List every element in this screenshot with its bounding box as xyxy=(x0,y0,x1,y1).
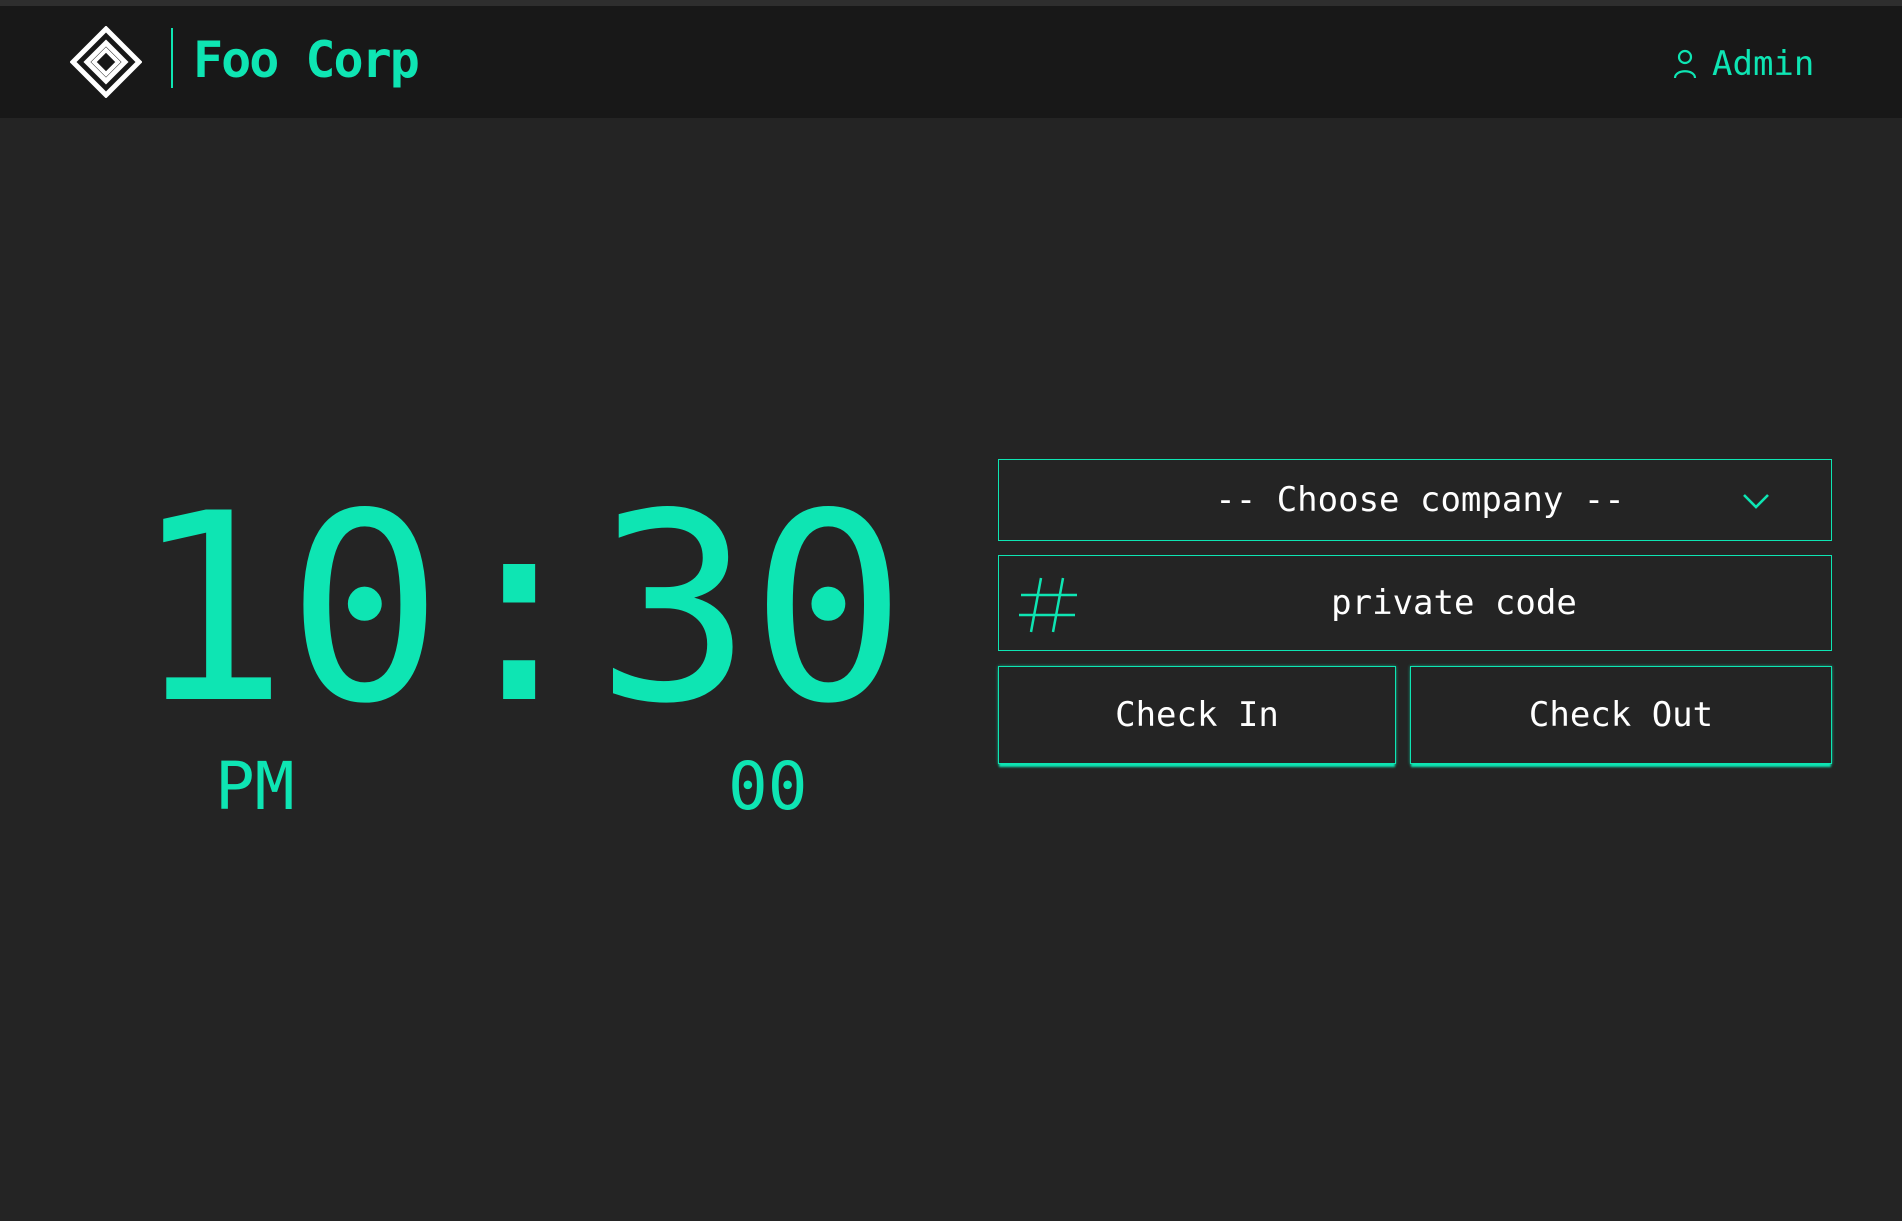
chevron-down-icon xyxy=(1741,490,1771,512)
clock: 10:30 xyxy=(132,480,932,740)
check-in-button[interactable]: Check In xyxy=(998,666,1396,764)
private-code-input[interactable] xyxy=(1089,566,1819,640)
diamond-logo-icon[interactable] xyxy=(69,25,143,99)
company-select-value: -- Choose company -- xyxy=(1215,480,1625,520)
admin-label: Admin xyxy=(1712,44,1815,84)
clock-time: 10:30 xyxy=(132,459,907,761)
top-bar: Foo Corp Admin xyxy=(0,6,1902,118)
check-out-button[interactable]: Check Out xyxy=(1410,666,1832,764)
hash-icon xyxy=(1017,574,1079,636)
brand-name[interactable]: Foo Corp xyxy=(193,28,420,92)
private-code-field xyxy=(998,555,1832,651)
user-icon xyxy=(1672,47,1698,81)
clock-seconds: 00 xyxy=(728,748,808,825)
admin-menu[interactable]: Admin xyxy=(1672,44,1814,84)
header-divider xyxy=(171,28,173,88)
company-select[interactable]: -- Choose company -- xyxy=(998,459,1832,541)
clock-ampm: PM xyxy=(215,748,295,825)
